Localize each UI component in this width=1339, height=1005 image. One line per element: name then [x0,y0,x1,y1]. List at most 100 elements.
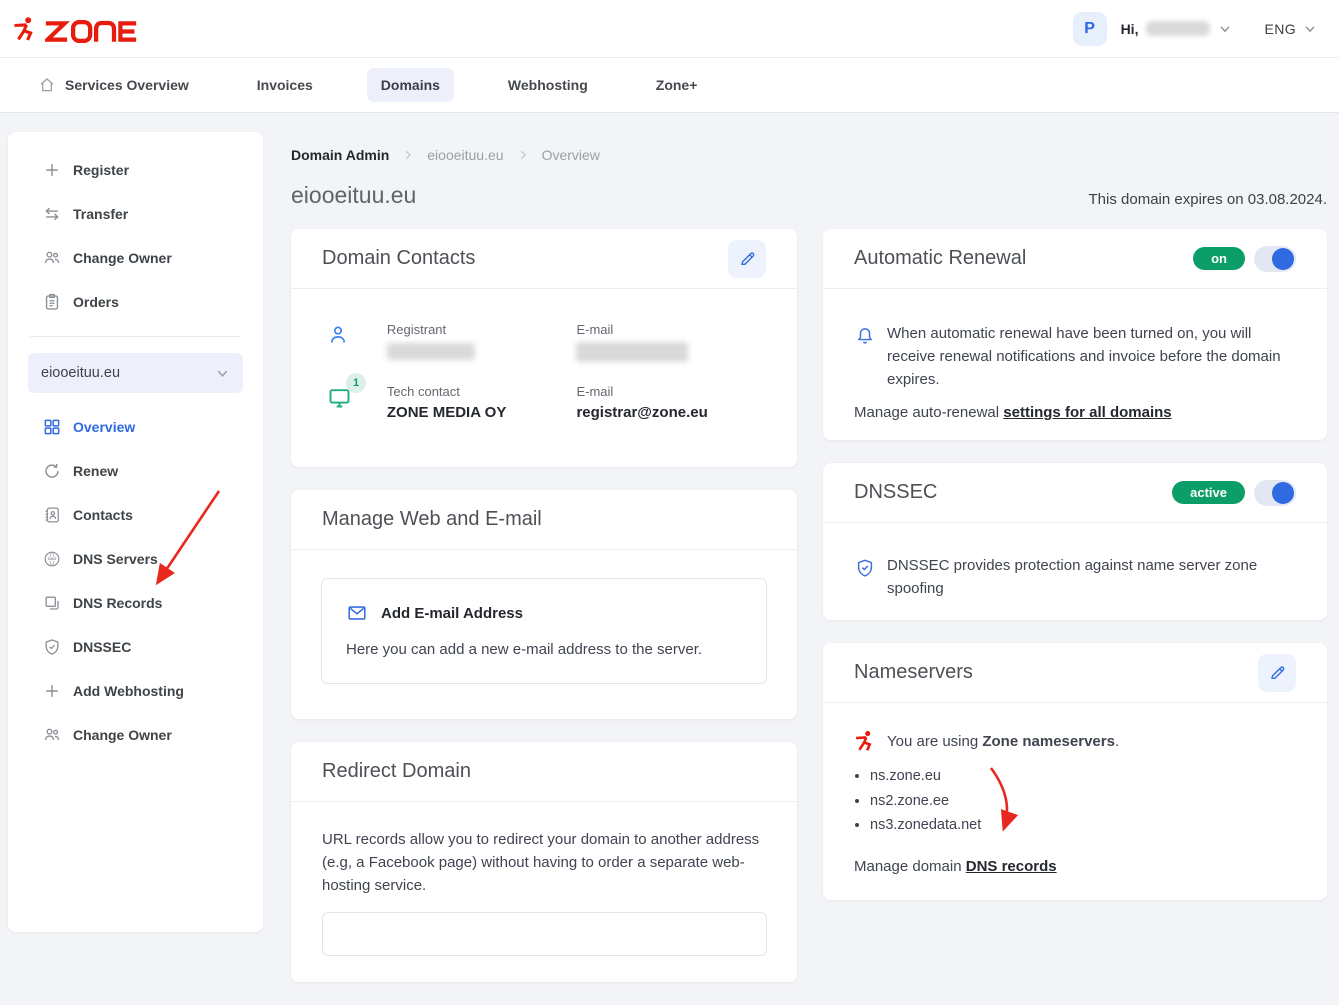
add-email-title: Add E-mail Address [381,605,523,622]
nav-webhosting[interactable]: Webhosting [494,68,602,102]
edit-contacts-button[interactable] [728,240,766,278]
status-badge: on [1193,247,1245,270]
dnssec-description: DNSSEC provides protection against name … [887,554,1277,600]
users-icon [42,248,62,268]
app-header: P Hi, ENG [0,0,1339,57]
sidebar-item-renew[interactable]: Renew [28,449,243,493]
nameservers-card: Nameservers You are using Zone nameserve… [823,643,1327,900]
add-email-address-box[interactable]: Add E-mail Address Here you can add a ne… [321,578,767,684]
sidebar-item-dnssec[interactable]: DNSSEC [28,625,243,669]
language-selector[interactable]: ENG [1264,21,1317,37]
sidebar-item-dns-records[interactable]: DNS Records [28,581,243,625]
renewal-description: When automatic renewal have been turned … [887,322,1296,391]
chevron-right-icon [517,149,529,161]
expiry-note: This domain expires on 03.08.2024. [1089,191,1327,208]
toggle-knob [1272,482,1294,504]
bell-icon [854,324,876,348]
sidebar-item-contacts[interactable]: Contacts [28,493,243,537]
refresh-icon [42,461,62,481]
avatar[interactable]: P [1073,12,1107,46]
sidebar-item-add-webhosting[interactable]: Add Webhosting [28,669,243,713]
dnssec-card: DNSSEC active DNSSEC provides protection… [823,463,1327,620]
redirect-domain-card: Redirect Domain URL records allow you to… [291,742,797,982]
nameserver-list: ns.zone.eu ns2.zone.ee ns3.zonedata.net [854,767,1296,836]
shield-check-icon [42,637,62,657]
card-title: Nameservers [854,661,973,684]
chevron-down-icon [1303,22,1317,36]
sidebar-item-orders[interactable]: Orders [28,280,243,324]
chevron-down-icon [1218,22,1232,36]
main-nav: Services Overview Invoices Domains Webho… [0,57,1339,113]
tech-contact-label: Tech contact [387,384,577,399]
pencil-icon [738,249,757,268]
sidebar: Register Transfer Change Owner Orders ei… [8,132,263,932]
sidebar-item-overview[interactable]: Overview [28,405,243,449]
sidebar-item-transfer[interactable]: Transfer [28,192,243,236]
page-title: eiooeituu.eu [291,182,416,209]
registrant-email-label: E-mail [576,322,766,337]
automatic-renewal-toggle[interactable] [1254,246,1296,272]
sidebar-item-dns-servers[interactable]: DNS DNS Servers [28,537,243,581]
registrant-email-redacted [576,342,688,362]
tech-email-value: registrar@zone.eu [576,404,766,421]
plus-icon [42,681,62,701]
sidebar-item-change-owner[interactable]: Change Owner [28,236,243,280]
redirect-description: URL records allow you to redirect your d… [322,828,782,897]
copy-icon [42,593,62,613]
nameservers-intro: You are using Zone nameservers. [887,730,1119,753]
person-icon [326,322,350,348]
registrant-label: Registrant [387,322,577,337]
tech-contact-name: ZONE MEDIA OY [387,404,577,421]
clipboard-icon [42,292,62,312]
sidebar-item-change-owner-2[interactable]: Change Owner [28,713,243,757]
breadcrumb-domain-admin[interactable]: Domain Admin [291,147,389,163]
manage-renewal-text: Manage auto-renewal [854,404,999,421]
registrant-row: Registrant E-mail [322,322,766,362]
nav-domains[interactable]: Domains [367,68,454,102]
dns-records-link[interactable]: DNS records [966,858,1057,875]
zone-runner-icon [12,15,38,43]
nameserver-item: ns3.zonedata.net [870,816,1296,836]
chevron-right-icon [402,149,414,161]
dns-globe-icon: DNS [42,549,62,569]
toggle-knob [1272,248,1294,270]
sidebar-item-register[interactable]: Register [28,148,243,192]
settings-all-domains-link[interactable]: settings for all domains [1003,404,1171,421]
tech-email-label: E-mail [576,384,766,399]
home-icon [38,76,56,94]
svg-text:DNS: DNS [48,557,57,561]
plus-icon [42,160,62,180]
dnssec-toggle[interactable] [1254,480,1296,506]
zone-runner-icon [854,729,876,753]
manage-domain-text: Manage domain [854,858,962,875]
card-title: Redirect Domain [322,760,471,783]
nameserver-item: ns2.zone.ee [870,792,1296,812]
add-email-description: Here you can add a new e-mail address to… [346,641,742,658]
redirect-url-input[interactable] [322,912,767,956]
pencil-icon [1268,663,1287,682]
card-title: DNSSEC [854,481,937,504]
automatic-renewal-card: Automatic Renewal on When automatic rene… [823,229,1327,440]
nav-zone-plus[interactable]: Zone+ [642,68,712,102]
grid-icon [42,417,62,437]
language-label: ENG [1264,21,1296,37]
user-name-redacted [1146,21,1210,36]
card-title: Manage Web and E-mail [322,508,542,531]
shield-check-icon [854,556,876,580]
breadcrumb-current: Overview [542,147,600,163]
nav-invoices[interactable]: Invoices [243,68,327,102]
manage-web-email-card: Manage Web and E-mail Add E-mail Address… [291,490,797,719]
zone-logo[interactable] [12,15,137,43]
tech-count-badge: 1 [346,373,366,393]
domain-selector[interactable]: eiooeituu.eu [28,353,243,393]
sidebar-divider [30,336,241,337]
tech-contact-row: 1 Tech contact ZONE MEDIA OY E-mail regi… [322,384,766,421]
user-menu[interactable]: Hi, [1121,21,1233,37]
breadcrumb-domain[interactable]: eiooeituu.eu [427,147,503,163]
nameservers-intro-bold: Zone nameservers [982,733,1115,750]
users-icon [42,725,62,745]
zone-wordmark [45,20,137,43]
mail-icon [346,602,368,624]
nav-services-overview[interactable]: Services Overview [24,67,203,103]
edit-nameservers-button[interactable] [1258,654,1296,692]
